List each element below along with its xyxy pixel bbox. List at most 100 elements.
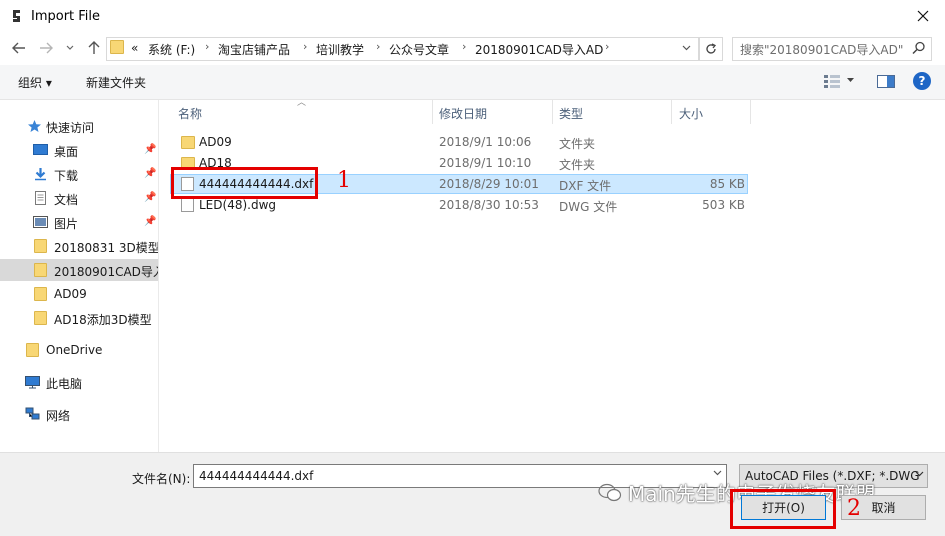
column-header-date[interactable]: 修改日期 — [439, 105, 487, 122]
search-icon[interactable] — [912, 41, 926, 55]
refresh-icon — [706, 43, 717, 54]
pictures-icon — [33, 216, 48, 228]
computer-icon — [25, 376, 40, 389]
close-button[interactable] — [905, 4, 941, 28]
help-icon[interactable]: ? — [913, 72, 931, 90]
file-type: DWG 文件 — [559, 200, 618, 214]
new-folder-button[interactable]: 新建文件夹 — [86, 74, 146, 91]
nav-label: 桌面 — [54, 145, 79, 159]
nav-label: OneDrive — [46, 343, 103, 357]
nav-item-pictures[interactable]: 图片 📌 — [0, 211, 158, 233]
folder-icon — [34, 311, 47, 325]
forward-button[interactable] — [36, 38, 56, 58]
nav-item-documents[interactable]: 文档 📌 — [0, 187, 158, 209]
file-date: 2018/9/1 10:10 — [439, 156, 532, 170]
star-icon — [28, 120, 41, 132]
pin-icon: 📌 — [144, 192, 157, 203]
breadcrumb-item[interactable]: 公众号文章 — [389, 41, 449, 58]
nav-label: AD09 — [54, 287, 87, 301]
wechat-icon — [598, 483, 622, 502]
back-button[interactable] — [9, 38, 29, 58]
breadcrumb-item[interactable]: 培训教学 — [316, 41, 364, 58]
nav-item-folder-20180901[interactable]: 20180901CAD导入 — [0, 259, 158, 281]
nav-quick-access[interactable]: 快速访问 — [0, 115, 158, 137]
nav-label: 文档 — [54, 193, 79, 207]
breadcrumb-separator[interactable]: › — [205, 40, 209, 53]
column-header-size[interactable]: 大小 — [679, 105, 703, 122]
recent-locations-button[interactable] — [60, 38, 80, 58]
column-divider[interactable] — [432, 100, 433, 124]
file-icon — [181, 198, 194, 212]
column-header-name[interactable]: 名称 — [178, 105, 202, 122]
title-bar — [0, 0, 945, 33]
chevron-down-icon — [66, 45, 74, 50]
column-divider[interactable] — [750, 100, 751, 124]
folder-icon — [34, 239, 47, 253]
view-dropdown-button[interactable] — [846, 75, 855, 86]
pin-icon: 📌 — [144, 144, 157, 155]
breadcrumb-separator[interactable]: › — [376, 40, 380, 53]
search-placeholder: 搜索"20180901CAD导入AD" — [740, 43, 904, 57]
chevron-down-icon — [847, 78, 854, 82]
back-arrow-icon — [12, 42, 25, 54]
file-size: 503 KB — [702, 198, 745, 212]
pin-icon: 📌 — [144, 168, 157, 179]
file-date: 2018/9/1 10:06 — [439, 135, 532, 149]
file-name: AD09 — [199, 135, 232, 149]
nav-label: 图片 — [54, 217, 79, 231]
annotation-box-2 — [730, 489, 836, 529]
preview-pane-icon[interactable] — [876, 73, 896, 89]
nav-label: AD18添加3D模型 — [54, 313, 152, 327]
nav-label: 网络 — [46, 409, 71, 423]
refresh-button[interactable] — [699, 37, 723, 61]
nav-item-folder-ad09[interactable]: AD09 — [0, 283, 158, 305]
app-icon — [13, 10, 20, 22]
file-type: 文件夹 — [559, 158, 596, 172]
nav-item-folder-ad18[interactable]: AD18添加3D模型 — [0, 307, 158, 329]
close-icon — [917, 10, 929, 22]
folder-icon — [26, 343, 39, 357]
folder-icon — [34, 263, 47, 277]
annotation-box-1 — [171, 167, 318, 199]
breadcrumb-separator[interactable]: › — [303, 40, 307, 53]
file-name: LED(48).dwg — [199, 198, 277, 212]
desktop-icon — [33, 144, 48, 155]
network-icon — [25, 407, 40, 420]
file-date: 2018/8/29 10:01 — [439, 177, 539, 191]
annotation-number-2: 2 — [847, 496, 861, 521]
folder-icon — [181, 136, 195, 149]
column-divider[interactable] — [552, 100, 553, 124]
column-header-type[interactable]: 类型 — [559, 105, 583, 122]
organize-button[interactable]: 组织 ▾ — [18, 74, 52, 91]
nav-label: 此电脑 — [46, 377, 83, 391]
download-icon — [35, 168, 46, 181]
pin-icon: 📌 — [144, 216, 157, 227]
annotation-number-1: 1 — [337, 168, 351, 193]
nav-label: 20180901CAD导入 — [54, 265, 158, 279]
nav-network[interactable]: 网络 — [0, 403, 158, 425]
cancel-button-label: 取消 — [871, 501, 896, 515]
file-size: 85 KB — [709, 177, 745, 191]
chevron-down-icon — [915, 471, 924, 477]
window-title: Import File — [31, 9, 101, 24]
filter-dropdown-button[interactable] — [915, 469, 924, 480]
nav-item-downloads[interactable]: 下载 📌 — [0, 163, 158, 185]
breadcrumb-item[interactable]: 系统 (F:) — [148, 41, 195, 58]
address-dropdown-button[interactable] — [678, 40, 694, 56]
up-button[interactable] — [84, 38, 104, 58]
nav-this-pc[interactable]: 此电脑 — [0, 371, 158, 393]
nav-item-desktop[interactable]: 桌面 📌 — [0, 139, 158, 161]
breadcrumb-item[interactable]: 20180901CAD导入AD — [475, 41, 603, 58]
chevron-down-icon — [682, 45, 690, 51]
breadcrumb-overflow[interactable]: « — [131, 41, 138, 55]
breadcrumb-separator[interactable]: › — [605, 40, 609, 53]
nav-onedrive[interactable]: OneDrive — [0, 339, 158, 361]
view-options-icon[interactable] — [822, 73, 842, 89]
column-divider[interactable] — [671, 100, 672, 124]
file-row[interactable]: AD09 2018/9/1 10:06 文件夹 — [170, 132, 748, 152]
breadcrumb-item[interactable]: 淘宝店铺产品 — [218, 41, 290, 58]
breadcrumb-separator[interactable]: › — [462, 40, 466, 53]
nav-item-folder-20180831[interactable]: 20180831 3D模型添 — [0, 235, 158, 257]
nav-label: 快速访问 — [46, 121, 95, 135]
file-type: 文件夹 — [559, 137, 596, 151]
